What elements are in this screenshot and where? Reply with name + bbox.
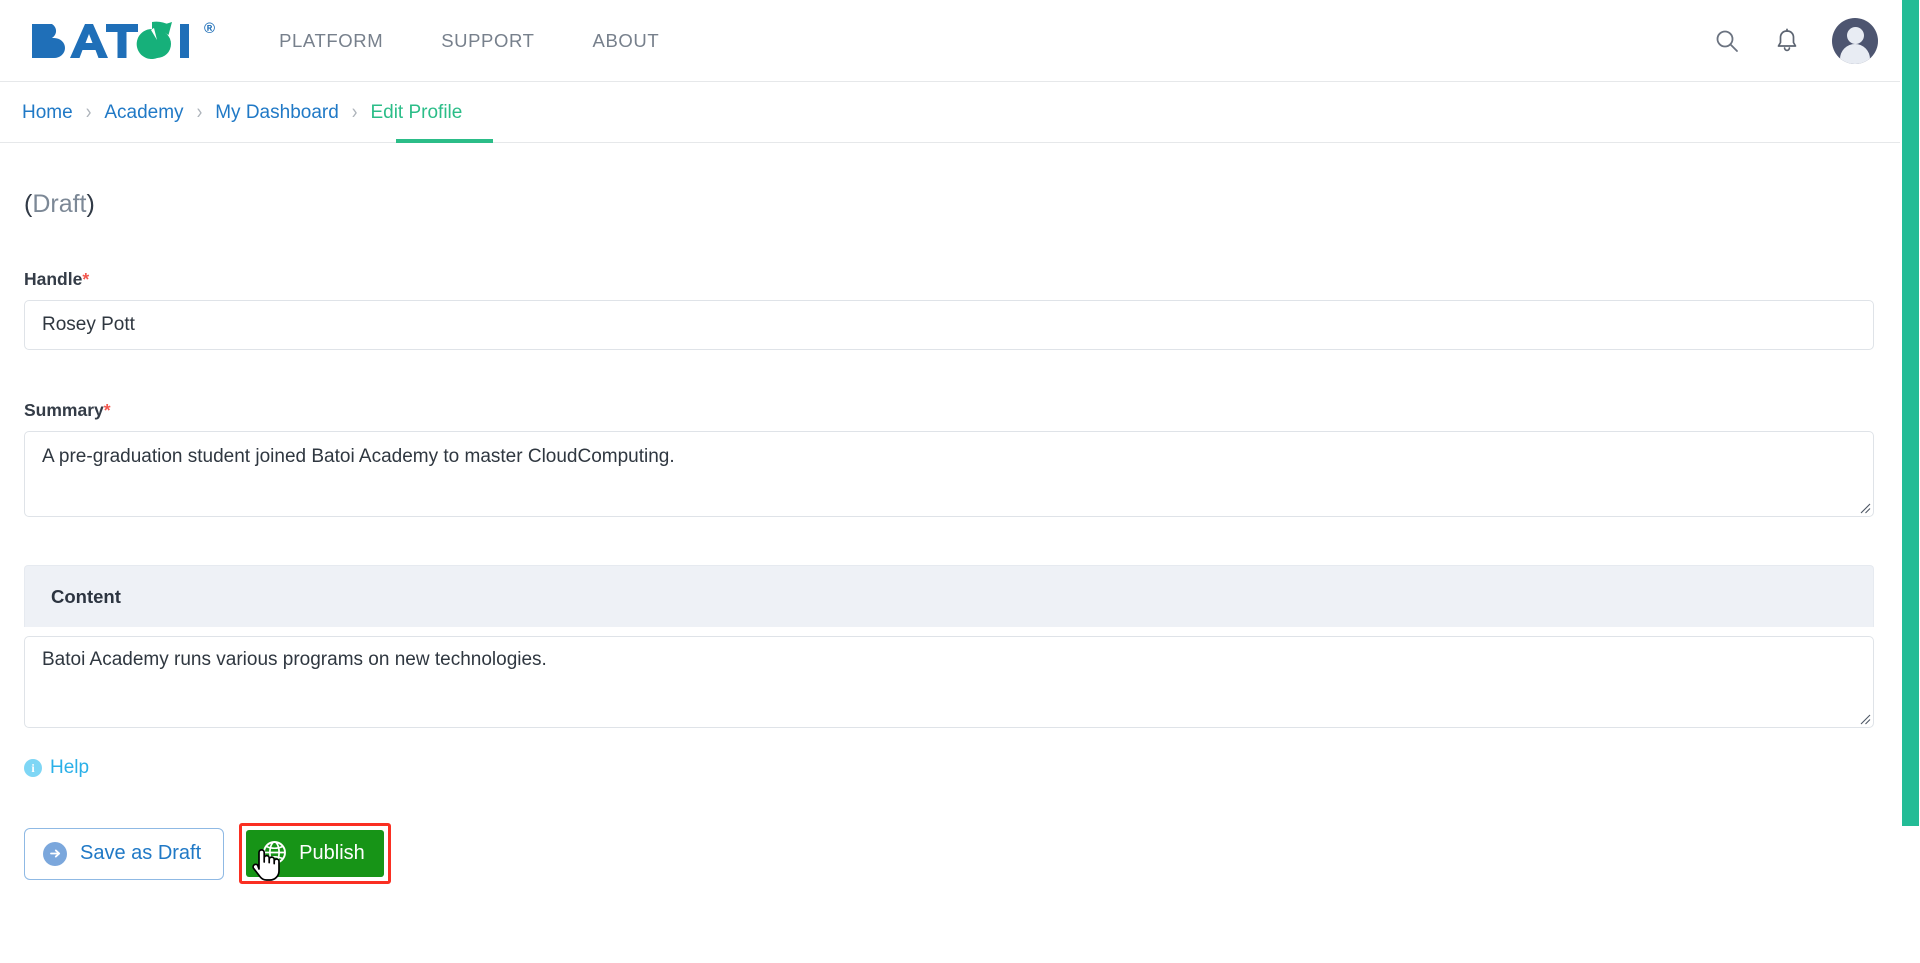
summary-label: Summary*	[24, 400, 1896, 421]
search-icon[interactable]	[1712, 26, 1742, 56]
handle-label-text: Handle	[24, 269, 83, 289]
breadcrumb-item-academy[interactable]: Academy	[104, 103, 183, 122]
help-row[interactable]: i Help	[24, 757, 1896, 779]
nav-item-support[interactable]: SUPPORT	[441, 30, 534, 52]
help-link[interactable]: Help	[50, 757, 89, 779]
content-panel-header: Content	[24, 565, 1874, 627]
status-label: Draft	[32, 190, 87, 218]
nav-item-platform[interactable]: PLATFORM	[279, 30, 383, 52]
edit-profile-form: (Draft) Handle* Summary* Content i Help	[0, 190, 1920, 884]
info-icon: i	[24, 759, 42, 777]
status-badge: (Draft)	[24, 190, 1896, 219]
form-actions: Save as Draft Publish	[24, 823, 1896, 884]
content-textarea[interactable]	[24, 636, 1874, 728]
breadcrumb-separator: ›	[351, 99, 358, 124]
breadcrumb-active-underline	[396, 139, 493, 143]
summary-field-wrap	[24, 431, 1874, 517]
summary-textarea[interactable]	[24, 431, 1874, 517]
avatar[interactable]	[1832, 18, 1878, 64]
handle-label: Handle*	[24, 269, 1896, 290]
breadcrumb-separator: ›	[196, 99, 203, 124]
breadcrumb-separator: ›	[85, 99, 92, 124]
handle-required-mark: *	[82, 269, 90, 289]
top-navigation-bar: ® PLATFORM SUPPORT ABOUT	[0, 0, 1920, 82]
breadcrumb-item-edit-profile[interactable]: Edit Profile	[370, 103, 462, 122]
publish-button[interactable]: Publish	[246, 830, 384, 877]
summary-label-text: Summary	[24, 400, 104, 420]
summary-required-mark: *	[103, 400, 111, 420]
page-scrollbar-track[interactable]	[1900, 0, 1920, 963]
globe-icon	[262, 840, 287, 868]
publish-button-highlight: Publish	[239, 823, 391, 884]
batoi-logo[interactable]: ®	[30, 18, 215, 64]
avatar-head	[1846, 27, 1864, 44]
save-as-draft-label: Save as Draft	[80, 842, 202, 864]
breadcrumb: Home › Academy › My Dashboard › Edit Pro…	[0, 82, 1920, 143]
bell-icon[interactable]	[1772, 26, 1802, 56]
main-nav: PLATFORM SUPPORT ABOUT	[279, 30, 659, 52]
handle-input[interactable]	[24, 300, 1874, 350]
content-field-wrap	[24, 636, 1874, 728]
status-close-paren: )	[86, 190, 95, 218]
breadcrumb-item-home[interactable]: Home	[22, 103, 73, 122]
publish-label: Publish	[299, 842, 365, 864]
breadcrumb-item-my-dashboard[interactable]: My Dashboard	[215, 103, 339, 122]
arrow-right-icon	[43, 841, 67, 866]
content-panel-title: Content	[51, 585, 121, 607]
top-right-actions	[1712, 0, 1878, 82]
page-scrollbar-thumb[interactable]	[1902, 0, 1919, 826]
batoi-logo-mark	[32, 21, 189, 59]
content-panel: Content	[24, 565, 1896, 728]
avatar-body	[1840, 44, 1870, 64]
logo-registered-mark: ®	[204, 19, 216, 37]
nav-item-about[interactable]: ABOUT	[593, 30, 660, 52]
save-as-draft-button[interactable]: Save as Draft	[24, 827, 225, 880]
